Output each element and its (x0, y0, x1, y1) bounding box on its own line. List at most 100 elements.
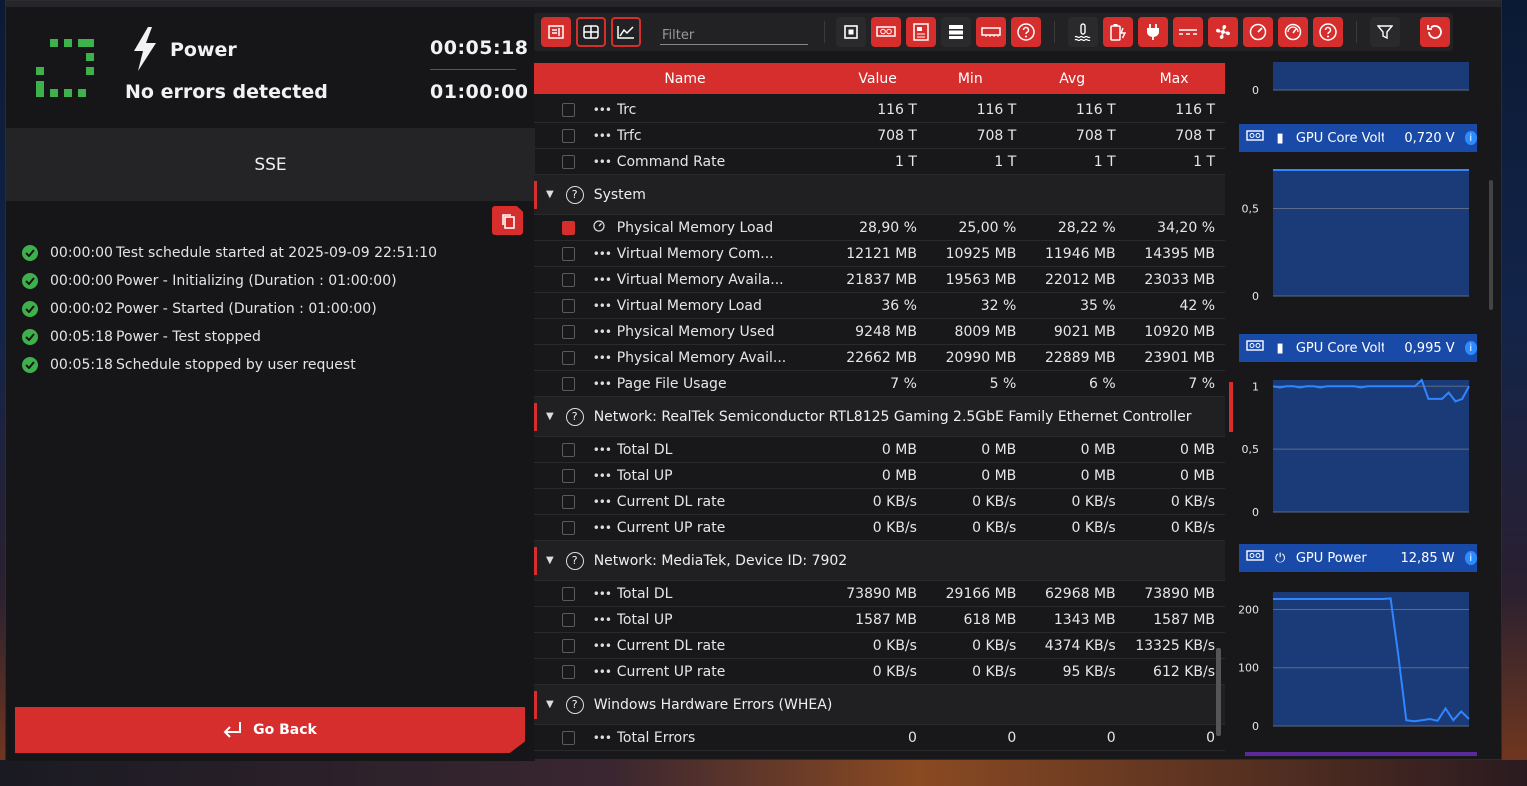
table-row[interactable]: ••• Current UP rate 0 KB/s 0 KB/s 95 KB/s 612… (534, 659, 1225, 685)
row-checkbox[interactable] (562, 298, 575, 313)
row-checkbox[interactable] (562, 272, 575, 287)
gpu-power-icon: ⏻ (1274, 550, 1286, 566)
row-checkbox[interactable] (562, 586, 575, 601)
graph-view-button[interactable] (611, 17, 641, 47)
sensor-value: 0 KB/s (872, 493, 917, 510)
fan-filter-button[interactable] (1208, 17, 1238, 47)
usage-filter-button[interactable] (1278, 17, 1308, 47)
row-checkbox[interactable] (562, 350, 575, 365)
group-row[interactable]: ▼? Network: MediaTek, Device ID: 7902 (534, 541, 1225, 581)
column-avg[interactable]: Avg (1021, 71, 1123, 87)
table-row[interactable]: ••• Virtual Memory Com... 12121 MB 10925 MB… (534, 241, 1225, 267)
table-row[interactable]: ••• Physical Memory Avail... 22662 MB 20990… (534, 345, 1225, 371)
sensor-avg: 1 T (1093, 153, 1116, 170)
chart-header[interactable]: ▮ GPU Core Volta 0,720 V i (1239, 124, 1477, 152)
table-row[interactable]: ••• Total Errors 0 0 0 0 (534, 725, 1225, 751)
copy-log-button[interactable] (492, 206, 523, 235)
current-filter-button[interactable] (1173, 17, 1203, 47)
info-icon[interactable]: i (1464, 551, 1477, 565)
group-row[interactable]: ▼? System (534, 175, 1225, 215)
toolbar (534, 13, 1453, 51)
power-filter-button[interactable] (1138, 17, 1168, 47)
group-row[interactable]: ▼? Network: RealTek Semiconductor RTL8125… (534, 397, 1225, 437)
column-value[interactable]: Value (836, 71, 919, 87)
gpu-voltage-icon: ▮ (1276, 340, 1284, 356)
table-scrollbar[interactable] (1216, 648, 1221, 736)
row-checkbox[interactable] (562, 246, 575, 261)
other-filter-button[interactable] (1313, 17, 1343, 47)
unknown-filter-button[interactable] (1011, 17, 1041, 47)
sensor-max: 7 % (1188, 375, 1216, 392)
more-icon: ••• (592, 246, 612, 261)
table-row[interactable]: ••• Total DL 73890 MB 29166 MB 62968 MB 73890… (534, 581, 1225, 607)
row-checkbox[interactable] (562, 520, 575, 535)
sensor-name: Physical Memory Avail... (616, 349, 787, 366)
info-icon[interactable]: i (1464, 131, 1477, 145)
collapse-caret-icon[interactable]: ▼ (546, 699, 554, 710)
table-row[interactable]: ••• Total DL 0 MB 0 MB 0 MB 0 MB (534, 437, 1225, 463)
row-checkbox[interactable] (562, 154, 575, 169)
storage-filter-button[interactable] (941, 17, 971, 47)
table-view-button[interactable] (576, 17, 606, 47)
row-checkbox[interactable] (562, 442, 575, 457)
row-checkbox[interactable] (562, 376, 575, 391)
table-row[interactable]: ••• Current UP rate 0 KB/s 0 KB/s 0 KB/s 0 KB… (534, 515, 1225, 541)
table-row[interactable]: ••• Total UP 0 MB 0 MB 0 MB 0 MB (534, 463, 1225, 489)
filter-input[interactable] (660, 21, 808, 45)
collapse-caret-icon[interactable]: ▼ (546, 189, 554, 200)
profile-bar: SSE (6, 128, 535, 201)
motherboard-filter-button[interactable] (906, 17, 936, 47)
memory-filter-button[interactable] (976, 17, 1006, 47)
toolbar-divider (1054, 21, 1055, 43)
table-row[interactable]: ••• Trc 116 T 116 T 116 T 116 T (534, 97, 1225, 123)
info-icon[interactable]: i (1464, 341, 1477, 355)
more-icon: ••• (592, 128, 612, 143)
row-checkbox[interactable] (562, 102, 575, 117)
temperature-filter-button[interactable] (1068, 17, 1098, 47)
row-checkbox[interactable] (562, 612, 575, 627)
sensor-avg: 28,22 % (1057, 219, 1116, 236)
sensor-min: 0 KB/s (972, 637, 1017, 654)
lightning-icon (134, 27, 156, 71)
sensor-avg: 1343 MB (1053, 611, 1116, 628)
sensor-min: 0 MB (981, 467, 1017, 484)
table-row[interactable]: ••• Command Rate 1 T 1 T 1 T 1 T (534, 149, 1225, 175)
table-row[interactable]: ••• Current DL rate 0 KB/s 0 KB/s 0 KB/s 0 KB… (534, 489, 1225, 515)
row-checkbox[interactable] (562, 128, 575, 143)
chart-header[interactable]: ▮ GPU Core Volta 0,995 V i (1239, 334, 1477, 362)
row-checkbox[interactable] (562, 220, 575, 235)
row-checkbox[interactable] (562, 494, 575, 509)
row-checkbox[interactable] (562, 324, 575, 339)
row-checkbox[interactable] (562, 730, 575, 745)
voltage-filter-button[interactable] (1103, 17, 1133, 47)
row-checkbox[interactable] (562, 638, 575, 653)
table-row[interactable]: ••• Current DL rate 0 KB/s 0 KB/s 4374 KB/s 1… (534, 633, 1225, 659)
gpu-icon (1245, 550, 1264, 566)
chart-header[interactable]: ⏻ GPU Power 12,85 W i (1239, 544, 1477, 572)
reset-button[interactable] (1420, 17, 1450, 47)
column-name[interactable]: Name (534, 71, 836, 87)
row-checkbox[interactable] (562, 468, 575, 483)
cpu-filter-button[interactable] (836, 17, 866, 47)
column-max[interactable]: Max (1123, 71, 1225, 87)
table-row[interactable]: ••• Virtual Memory Availa... 21837 MB 19563… (534, 267, 1225, 293)
collapse-caret-icon[interactable]: ▼ (546, 411, 554, 422)
table-row[interactable]: ••• Trfc 708 T 708 T 708 T 708 T (534, 123, 1225, 149)
group-marker (534, 181, 537, 209)
gpu-filter-button[interactable] (871, 17, 901, 47)
table-row[interactable]: Physical Memory Load 28,90 % 25,00 % 28,22 … (534, 215, 1225, 241)
sensor-list-button[interactable] (541, 17, 571, 47)
table-row[interactable]: ••• Virtual Memory Load 36 % 32 % 35 % 42 % (534, 293, 1225, 319)
go-back-button[interactable]: Go Back (15, 707, 525, 753)
column-min[interactable]: Min (919, 71, 1021, 87)
collapse-caret-icon[interactable]: ▼ (546, 555, 554, 566)
table-row[interactable]: ••• Physical Memory Used 9248 MB 8009 MB 902… (534, 319, 1225, 345)
table-row[interactable]: ••• Total UP 1587 MB 618 MB 1343 MB 1587 MB (534, 607, 1225, 633)
clock-filter-button[interactable] (1243, 17, 1273, 47)
group-marker (534, 691, 537, 719)
chart-scrollbar[interactable] (1489, 180, 1493, 310)
table-row[interactable]: ••• Page File Usage 7 % 5 % 6 % 7 % (534, 371, 1225, 397)
group-row[interactable]: ▼? Windows Hardware Errors (WHEA) (534, 685, 1225, 725)
row-checkbox[interactable] (562, 664, 575, 679)
filter-button[interactable] (1370, 17, 1400, 47)
